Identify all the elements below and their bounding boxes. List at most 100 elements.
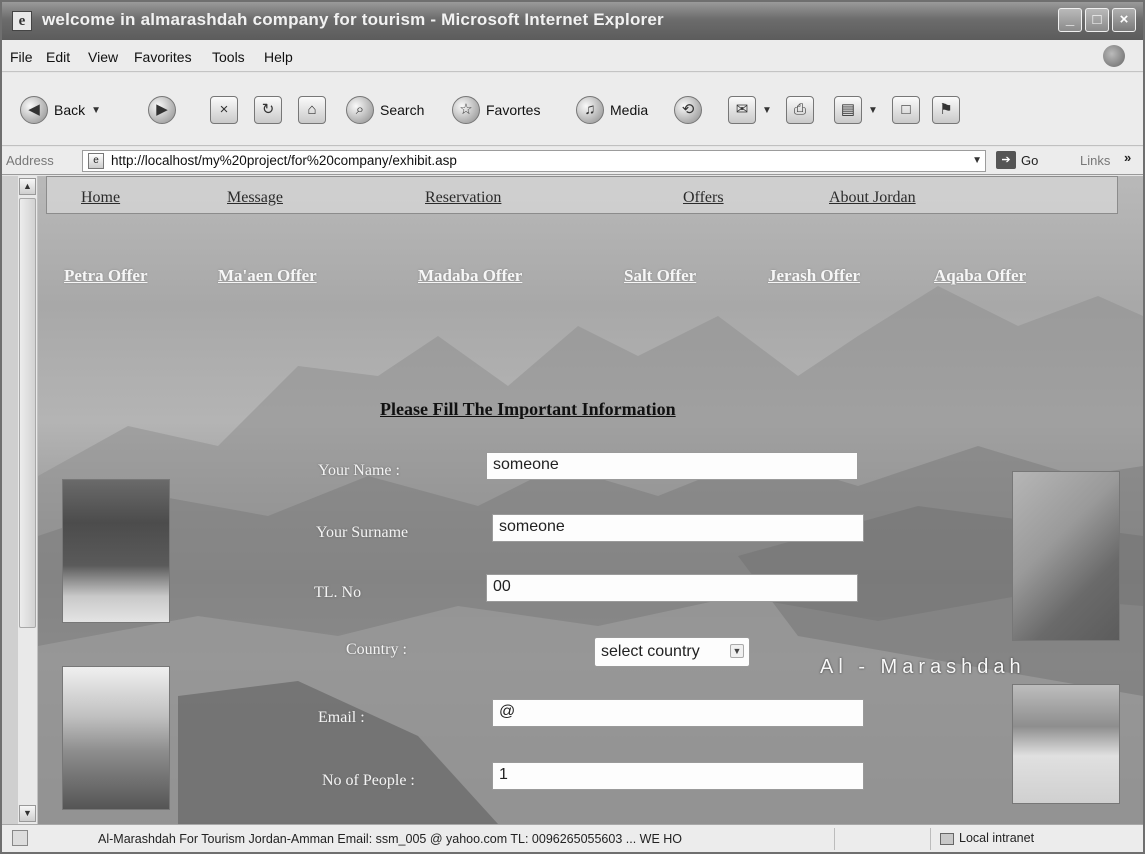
- mail-icon: ✉: [728, 96, 756, 124]
- nav-message[interactable]: Message: [227, 189, 283, 207]
- windows-logo-icon: [1103, 45, 1125, 67]
- menu-edit[interactable]: Edit: [46, 49, 70, 65]
- messenger-button[interactable]: ⚑: [932, 95, 960, 125]
- email-label: Email :: [318, 709, 365, 726]
- menu-file[interactable]: File: [10, 49, 33, 65]
- chevron-down-icon: ▼: [730, 644, 744, 658]
- favorites-label: Favortes: [486, 102, 541, 118]
- refresh-icon: ↻: [254, 96, 282, 124]
- offer-link[interactable]: Madaba Offer: [418, 266, 522, 286]
- stop-button[interactable]: ×: [210, 95, 238, 125]
- media-icon: ♫: [576, 96, 604, 124]
- offer-link[interactable]: Salt Offer: [624, 266, 696, 286]
- page-content: ▲ ▼ Home Message Reservation Offers Abou…: [2, 176, 1143, 824]
- mail-button[interactable]: ✉ ▼: [728, 95, 772, 125]
- brand-name: Al - Marashdah: [820, 656, 1026, 678]
- dropdown-arrow-icon: ▼: [762, 104, 772, 116]
- offer-link[interactable]: Jerash Offer: [768, 266, 860, 286]
- print-button[interactable]: ⎙: [786, 95, 814, 125]
- search-button[interactable]: ⌕ Search: [346, 95, 424, 125]
- back-button[interactable]: ◀ Back ▼: [20, 95, 101, 125]
- discuss-icon: □: [892, 96, 920, 124]
- scroll-up-icon[interactable]: ▲: [19, 178, 36, 195]
- refresh-button[interactable]: ↻: [254, 95, 282, 125]
- edit-page-icon: ▤: [834, 96, 862, 124]
- left-margin: [2, 176, 18, 824]
- treasury-photo: [62, 479, 170, 623]
- nav-offers[interactable]: Offers: [683, 189, 724, 207]
- media-label: Media: [610, 102, 649, 118]
- surname-label: Your Surname: [316, 524, 409, 541]
- go-label: Go: [1021, 152, 1039, 168]
- country-select[interactable]: select country ▼: [594, 637, 750, 667]
- ie-page-icon: e: [12, 11, 32, 31]
- links-more-icon[interactable]: »: [1124, 150, 1131, 165]
- people-input[interactable]: 1: [492, 762, 864, 790]
- tel-input[interactable]: 00: [486, 574, 858, 602]
- home-button[interactable]: ⌂: [298, 95, 326, 125]
- security-zone: Local intranet: [940, 831, 1034, 845]
- bird-photo: [1012, 471, 1120, 641]
- back-arrow-icon: ◀: [20, 96, 48, 124]
- page-status-icon: [12, 830, 28, 846]
- name-input[interactable]: someone: [486, 452, 858, 480]
- form-title: Please Fill The Important Information: [380, 399, 676, 419]
- window-title: welcome in almarashdah company for touri…: [42, 10, 664, 29]
- search-label: Search: [380, 102, 425, 118]
- go-button[interactable]: ➔ Go: [996, 151, 1038, 169]
- search-icon: ⌕: [346, 96, 374, 124]
- back-label: Back: [54, 102, 86, 118]
- nav-about-jordan[interactable]: About Jordan: [829, 189, 916, 207]
- messenger-icon: ⚑: [932, 96, 960, 124]
- nav-reservation[interactable]: Reservation: [425, 189, 501, 207]
- zone-label: Local intranet: [959, 831, 1035, 845]
- toolbar: ◀ Back ▼ ▶ × ↻ ⌂ ⌕ Search ☆ Favortes ♫ M…: [2, 73, 1143, 146]
- dropdown-arrow-icon: ▼: [91, 104, 102, 116]
- discuss-button[interactable]: □: [892, 95, 920, 125]
- status-divider: [834, 828, 835, 850]
- country-label: Country :: [346, 641, 407, 658]
- nav-home[interactable]: Home: [81, 189, 120, 207]
- column-photo: [62, 666, 170, 810]
- offer-link[interactable]: Aqaba Offer: [934, 266, 1026, 286]
- vertical-scrollbar[interactable]: ▲ ▼: [18, 176, 38, 824]
- email-input[interactable]: @: [492, 699, 864, 727]
- title-bar: e welcome in almarashdah company for tou…: [2, 2, 1143, 40]
- address-label: Address: [6, 153, 54, 168]
- edit-button[interactable]: ▤ ▼: [834, 95, 878, 125]
- close-button[interactable]: ×: [1112, 8, 1136, 32]
- tel-label: TL. No: [314, 584, 362, 601]
- country-selected: select country: [601, 643, 700, 660]
- menu-favorites[interactable]: Favorites: [134, 49, 192, 65]
- name-label: Your Name :: [318, 462, 400, 479]
- media-button[interactable]: ♫ Media: [576, 95, 648, 125]
- ruins-photo: [1012, 684, 1120, 804]
- links-button[interactable]: Links: [1080, 153, 1110, 168]
- menu-tools[interactable]: Tools: [212, 49, 245, 65]
- chevron-down-icon[interactable]: ▼: [972, 155, 982, 166]
- people-label: No of People :: [322, 772, 415, 789]
- history-icon: ⟲: [674, 96, 702, 124]
- menu-help[interactable]: Help: [264, 49, 293, 65]
- home-icon: ⌂: [298, 96, 326, 124]
- favorites-button[interactable]: ☆ Favortes: [452, 95, 540, 125]
- history-button[interactable]: ⟲: [674, 95, 702, 125]
- offer-link[interactable]: Ma'aen Offer: [218, 266, 317, 286]
- maximize-button[interactable]: □: [1085, 8, 1109, 32]
- site-nav: Home Message Reservation Offers About Jo…: [46, 176, 1118, 214]
- page-icon: e: [88, 153, 104, 169]
- offer-link[interactable]: Petra Offer: [64, 266, 148, 286]
- star-icon: ☆: [452, 96, 480, 124]
- print-icon: ⎙: [786, 96, 814, 124]
- scroll-down-icon[interactable]: ▼: [19, 805, 36, 822]
- dropdown-arrow-icon: ▼: [868, 104, 878, 116]
- intranet-icon: [940, 832, 954, 845]
- address-input[interactable]: e http://localhost/my%20project/for%20co…: [82, 150, 986, 172]
- scroll-thumb[interactable]: [19, 198, 36, 628]
- surname-input[interactable]: someone: [492, 514, 864, 542]
- menu-view[interactable]: View: [88, 49, 118, 65]
- go-arrow-icon: ➔: [996, 151, 1016, 169]
- forward-button[interactable]: ▶: [148, 95, 176, 125]
- minimize-button[interactable]: _: [1058, 8, 1082, 32]
- address-bar: Address e http://localhost/my%20project/…: [2, 147, 1143, 175]
